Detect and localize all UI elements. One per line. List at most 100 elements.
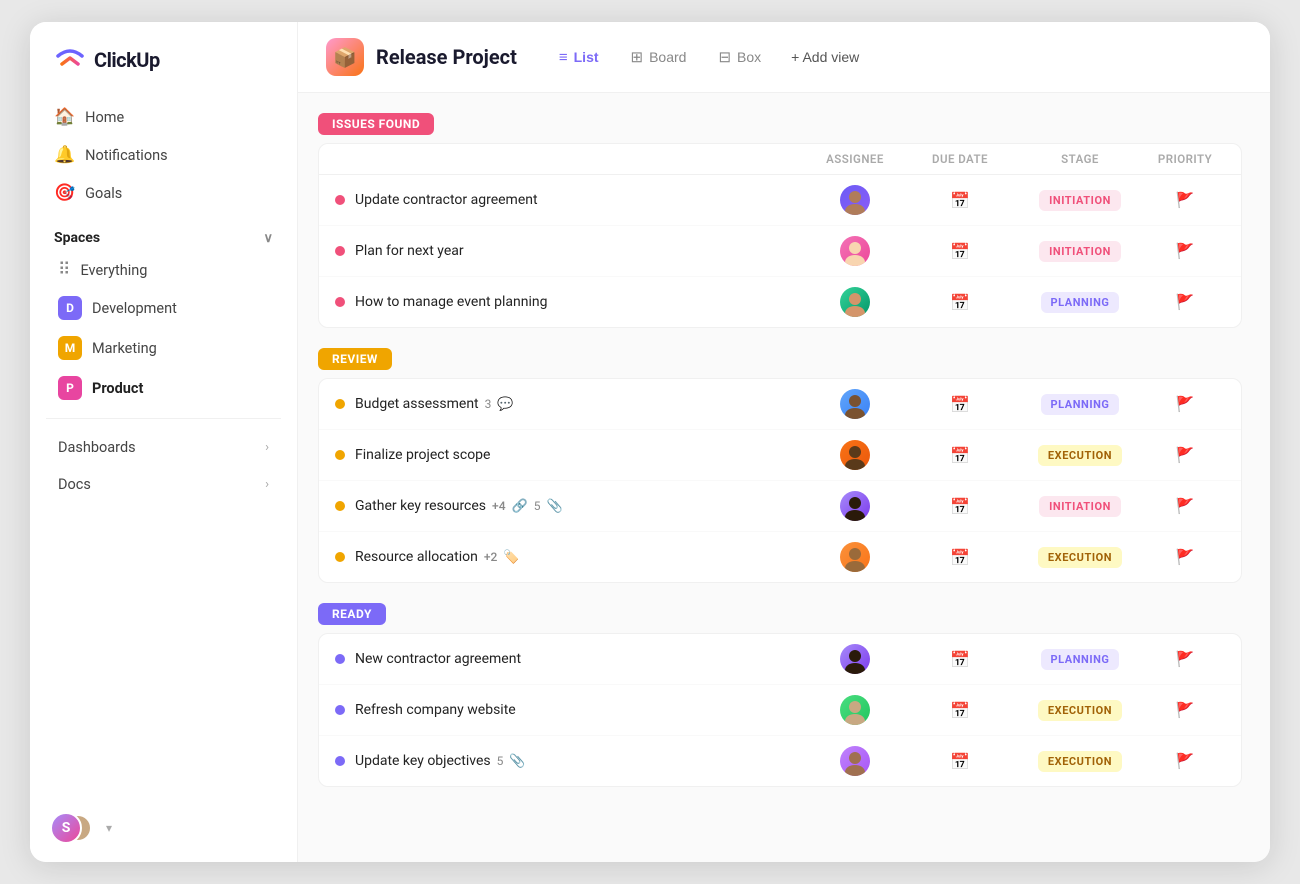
task-name[interactable]: Gather key resources bbox=[355, 498, 486, 514]
task-due-date[interactable]: 📅 bbox=[905, 650, 1015, 669]
avatar bbox=[840, 746, 870, 776]
task-dot-red bbox=[335, 195, 345, 205]
main-content: 📦 Release Project ≡ List ⊞ Board ⊟ Box +… bbox=[298, 22, 1270, 862]
task-assignee bbox=[805, 746, 905, 776]
task-priority[interactable]: 🚩 bbox=[1145, 701, 1225, 719]
task-priority[interactable]: 🚩 bbox=[1145, 446, 1225, 464]
app-window: ClickUp 🏠 Home 🔔 Notifications 🎯 Goals S… bbox=[30, 22, 1270, 862]
table-row: Budget assessment 3 💬 📅 bbox=[319, 379, 1241, 430]
tab-box[interactable]: ⊟ Box bbox=[704, 42, 775, 72]
task-assignee bbox=[805, 389, 905, 419]
avatar bbox=[840, 542, 870, 572]
stage-badge: PLANNING bbox=[1041, 394, 1120, 415]
task-priority[interactable]: 🚩 bbox=[1145, 497, 1225, 515]
task-priority[interactable]: 🚩 bbox=[1145, 548, 1225, 566]
task-name[interactable]: Update key objectives bbox=[355, 753, 491, 769]
task-name[interactable]: Resource allocation bbox=[355, 549, 478, 565]
sidebar-item-home[interactable]: 🏠 Home bbox=[42, 98, 285, 136]
sidebar-item-goals[interactable]: 🎯 Goals bbox=[42, 174, 285, 212]
link-icon: 🔗 bbox=[512, 499, 528, 514]
task-stage: PLANNING bbox=[1015, 394, 1145, 415]
task-name[interactable]: Plan for next year bbox=[355, 243, 464, 259]
avatar bbox=[840, 440, 870, 470]
spaces-chevron-icon[interactable]: ∨ bbox=[263, 231, 273, 246]
task-name[interactable]: Refresh company website bbox=[355, 702, 516, 718]
task-priority[interactable]: 🚩 bbox=[1145, 293, 1225, 311]
task-dot-yellow bbox=[335, 450, 345, 460]
task-due-date[interactable]: 📅 bbox=[905, 242, 1015, 261]
task-name[interactable]: Update contractor agreement bbox=[355, 192, 538, 208]
sidebar-item-product[interactable]: P Product bbox=[34, 368, 293, 408]
add-view-button[interactable]: + Add view bbox=[779, 43, 871, 71]
stage-badge: EXECUTION bbox=[1038, 445, 1122, 466]
stage-badge: INITIATION bbox=[1039, 190, 1121, 211]
sidebar-item-development[interactable]: D Development bbox=[34, 288, 293, 328]
task-name[interactable]: How to manage event planning bbox=[355, 294, 547, 310]
tab-board[interactable]: ⊞ Board bbox=[617, 42, 701, 72]
avatar bbox=[840, 185, 870, 215]
calendar-icon: 📅 bbox=[950, 650, 970, 669]
table-row: Update contractor agreement 📅 INITIATION bbox=[319, 175, 1241, 226]
task-name-cell: Resource allocation +2 🏷️ bbox=[335, 549, 805, 565]
attachment-icon: 📎 bbox=[509, 754, 525, 769]
task-name[interactable]: New contractor agreement bbox=[355, 651, 521, 667]
task-meta-count: 3 bbox=[485, 397, 492, 411]
task-due-date[interactable]: 📅 bbox=[905, 293, 1015, 312]
sidebar-divider bbox=[46, 418, 281, 419]
task-stage: PLANNING bbox=[1015, 649, 1145, 670]
grid-icon: ⠿ bbox=[58, 260, 70, 280]
group-header-review: REVIEW bbox=[318, 348, 1242, 370]
flag-icon: 🚩 bbox=[1176, 497, 1195, 515]
task-priority[interactable]: 🚩 bbox=[1145, 395, 1225, 413]
flag-icon: 🚩 bbox=[1176, 191, 1195, 209]
calendar-icon: 📅 bbox=[950, 446, 970, 465]
task-stage: EXECUTION bbox=[1015, 445, 1145, 466]
sidebar-item-everything[interactable]: ⠿ Everything bbox=[34, 252, 293, 288]
user-avatar-s: S bbox=[50, 812, 82, 844]
task-due-date[interactable]: 📅 bbox=[905, 701, 1015, 720]
sidebar-item-notifications[interactable]: 🔔 Notifications bbox=[42, 136, 285, 174]
list-icon: ≡ bbox=[559, 49, 568, 66]
sidebar-nav: 🏠 Home 🔔 Notifications 🎯 Goals bbox=[30, 94, 297, 216]
table-row: Plan for next year 📅 INITIATION bbox=[319, 226, 1241, 277]
task-name[interactable]: Finalize project scope bbox=[355, 447, 490, 463]
task-priority[interactable]: 🚩 bbox=[1145, 650, 1225, 668]
table-ready: New contractor agreement 📅 PLANNING bbox=[318, 633, 1242, 787]
task-due-date[interactable]: 📅 bbox=[905, 191, 1015, 210]
chevron-right-icon: › bbox=[265, 440, 269, 455]
task-name-text: Budget assessment 3 💬 bbox=[355, 396, 514, 412]
task-stage: INITIATION bbox=[1015, 190, 1145, 211]
mkt-space-icon: M bbox=[58, 336, 82, 360]
stage-badge: EXECUTION bbox=[1038, 700, 1122, 721]
project-title: Release Project bbox=[376, 45, 517, 69]
badge-issues: ISSUES FOUND bbox=[318, 113, 434, 135]
task-due-date[interactable]: 📅 bbox=[905, 548, 1015, 567]
task-area: ISSUES FOUND ASSIGNEE DUE DATE STAGE PRI… bbox=[298, 93, 1270, 862]
stage-badge: INITIATION bbox=[1039, 241, 1121, 262]
task-priority[interactable]: 🚩 bbox=[1145, 191, 1225, 209]
task-due-date[interactable]: 📅 bbox=[905, 446, 1015, 465]
sidebar-item-docs[interactable]: Docs › bbox=[34, 466, 293, 503]
footer-chevron-icon[interactable]: ▾ bbox=[106, 821, 112, 835]
task-due-date[interactable]: 📅 bbox=[905, 497, 1015, 516]
sidebar-item-dashboards[interactable]: Dashboards › bbox=[34, 429, 293, 466]
stage-badge: EXECUTION bbox=[1038, 547, 1122, 568]
tab-box-label: Box bbox=[737, 49, 761, 65]
task-due-date[interactable]: 📅 bbox=[905, 395, 1015, 414]
task-priority[interactable]: 🚩 bbox=[1145, 242, 1225, 260]
task-name-text: Resource allocation +2 🏷️ bbox=[355, 549, 520, 565]
stage-badge: EXECUTION bbox=[1038, 751, 1122, 772]
avatar bbox=[840, 695, 870, 725]
prd-space-icon: P bbox=[58, 376, 82, 400]
group-ready: READY New contractor agreement bbox=[318, 603, 1242, 787]
sidebar-item-marketing[interactable]: M Marketing bbox=[34, 328, 293, 368]
task-priority[interactable]: 🚩 bbox=[1145, 752, 1225, 770]
calendar-icon: 📅 bbox=[950, 701, 970, 720]
comment-icon: 💬 bbox=[497, 397, 513, 412]
task-due-date[interactable]: 📅 bbox=[905, 752, 1015, 771]
task-name[interactable]: Budget assessment bbox=[355, 396, 479, 412]
docs-label: Docs bbox=[58, 476, 91, 493]
avatar bbox=[840, 389, 870, 419]
tab-list[interactable]: ≡ List bbox=[545, 43, 613, 72]
table-header: ASSIGNEE DUE DATE STAGE PRIORITY bbox=[319, 144, 1241, 175]
